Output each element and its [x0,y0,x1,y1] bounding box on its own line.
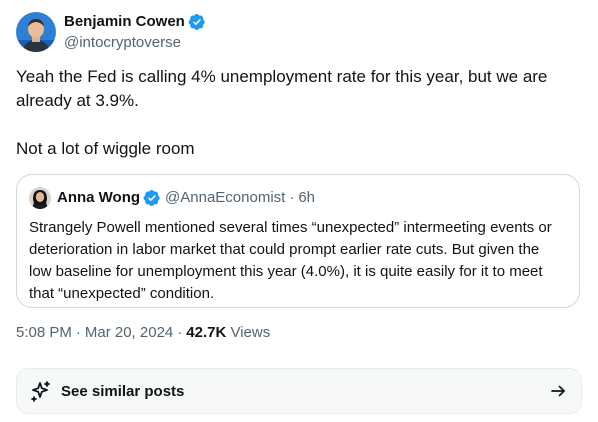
quoted-tweet-time: 6h [298,189,316,206]
verified-badge-icon[interactable] [188,13,206,31]
tweet-paragraph: Not a lot of wiggle room [16,139,195,158]
tweet-time[interactable]: 5:08 PM [16,324,72,341]
quoted-tweet[interactable]: Anna Wong @AnnaEconomist · 6h Strangely … [16,174,580,308]
quoted-author-name: Anna Wong [57,189,141,206]
quoted-tweet-header: Anna Wong @AnnaEconomist · 6h [29,187,315,209]
separator-dot: · [177,324,183,341]
verified-badge-icon [143,189,161,207]
tweet-date[interactable]: Mar 20, 2024 [85,324,173,341]
author-handle[interactable]: @intocryptoverse [64,33,181,53]
tweet-paragraph: Yeah the Fed is calling 4% unemployment … [16,67,548,110]
quoted-author-avatar [29,187,51,209]
author-name[interactable]: Benjamin Cowen [64,12,206,32]
see-similar-posts-label: See similar posts [61,382,185,400]
tweet: Benjamin Cowen @intocryptoverse Yeah the… [0,0,598,422]
quoted-tweet-text: Strangely Powell mentioned several times… [29,219,552,302]
see-similar-posts-button[interactable]: See similar posts [16,368,582,414]
arrow-right-icon [549,382,567,400]
views-count: 42.7K [186,324,227,341]
sparkle-icon [29,379,53,403]
tweet-text: Yeah the Fed is calling 4% unemployment … [16,65,582,161]
quoted-author-handle: @AnnaEconomist [165,189,286,206]
tweet-meta: 5:08 PM · Mar 20, 2024 · 42.7K Views [16,323,270,343]
author-avatar[interactable] [16,12,56,52]
separator-dot: · [75,324,81,341]
author-name-text: Benjamin Cowen [64,13,185,30]
separator-dot: · [289,189,295,206]
views-label: Views [230,324,271,341]
